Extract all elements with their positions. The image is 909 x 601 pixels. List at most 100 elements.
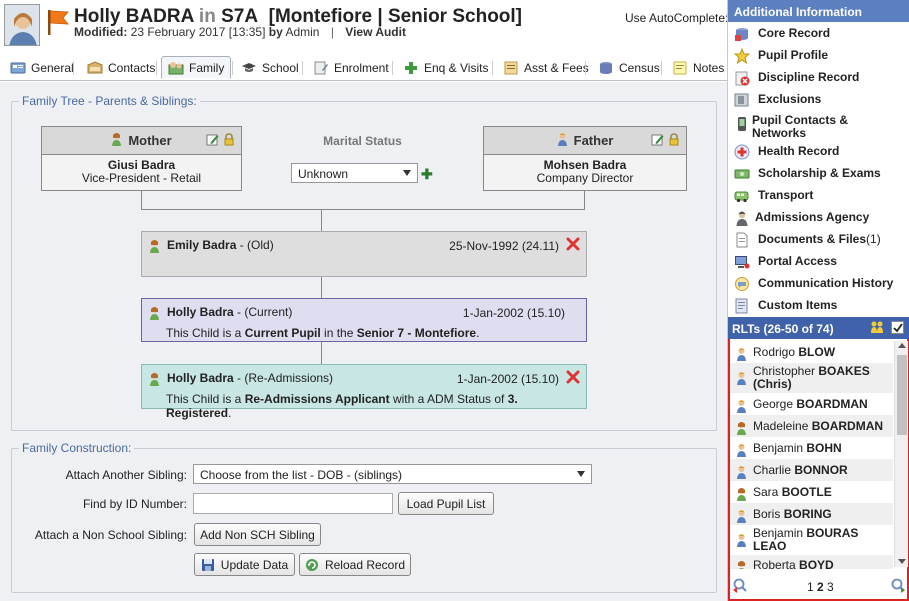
tab-notes[interactable]: Notes (: [666, 56, 727, 79]
list-item[interactable]: Benjamin BOHN: [730, 437, 893, 459]
sibling-card[interactable]: Emily Badra - (Old) 25-Nov-1992 (24.11): [141, 231, 587, 277]
marital-status-select[interactable]: Unknown: [291, 163, 418, 183]
sidebar-item-pupil-contacts[interactable]: Pupil Contacts & Networks: [728, 114, 909, 140]
tab-family[interactable]: Family: [161, 56, 232, 79]
sidebar-item-communication-history[interactable]: Communication History: [728, 276, 909, 292]
sidebar-item-health-record[interactable]: Health Record: [728, 144, 909, 160]
first-name: Benjamin: [753, 526, 804, 540]
delete-icon[interactable]: [566, 237, 580, 254]
student-photo[interactable]: [4, 4, 40, 46]
tab-enq-visits[interactable]: Enq & Visits: [397, 56, 494, 79]
select-all-checkbox[interactable]: [891, 321, 904, 334]
student-record-window: Holly BADRA in S7A [Montefiore | Senior …: [0, 0, 909, 601]
tab-label: General: [31, 60, 74, 75]
rlt-person: Rodrigo BLOW: [753, 345, 835, 359]
sidebar-item-transport[interactable]: Transport: [728, 188, 909, 204]
tab-general[interactable]: General: [4, 56, 80, 79]
list-item[interactable]: Benjamin BOURAS LEAO: [730, 525, 893, 555]
find-id-input[interactable]: [193, 493, 393, 514]
desc-text: This Child is a: [166, 326, 245, 340]
page-link-1[interactable]: 1: [807, 580, 814, 594]
lock-icon[interactable]: [223, 133, 235, 149]
tab-divider: [302, 61, 303, 75]
tab-divider: [661, 61, 662, 75]
sidebar-item-label: Custom Items: [758, 298, 838, 312]
sidebar-item-documents-files[interactable]: Documents & Files (1): [728, 232, 909, 248]
list-item[interactable]: Christopher BOAKES (Chris): [730, 363, 893, 393]
sidebar-item-core-record[interactable]: Core Record: [728, 26, 909, 42]
update-data-button[interactable]: Update Data: [194, 553, 295, 576]
sidebar-item-label: Core Record: [758, 26, 831, 40]
male-person-icon: [736, 509, 748, 526]
next-page-icon[interactable]: [890, 578, 906, 597]
add-non-sch-sibling-button[interactable]: Add Non SCH Sibling: [194, 523, 321, 546]
sidebar-item-discipline-record[interactable]: Discipline Record: [728, 70, 909, 86]
tab-enrolment[interactable]: Enrolment: [307, 56, 395, 79]
first-name: Christopher: [753, 364, 816, 378]
scrollbar-thumb[interactable]: [897, 355, 907, 435]
tab-contacts[interactable]: Contacts: [81, 56, 161, 79]
female-person-icon: [111, 132, 122, 149]
reload-record-button[interactable]: Reload Record: [299, 553, 411, 576]
list-item[interactable]: Boris BORING: [730, 503, 893, 525]
page-link-2-current[interactable]: 2: [817, 580, 824, 594]
mother-details: Giusi Badra Vice-President - Retail: [42, 155, 241, 185]
rlt-person: Sara BOOTLE: [753, 485, 832, 499]
sidebar-item-portal-access[interactable]: Portal Access: [728, 254, 909, 270]
sidebar-item-admissions-agency[interactable]: Admissions Agency: [728, 210, 909, 226]
add-marital-icon[interactable]: ✚: [421, 166, 433, 183]
scroll-down-arrow-icon[interactable]: [898, 559, 906, 564]
current-child-card[interactable]: Holly Badra - (Current) 1-Jan-2002 (15.1…: [141, 298, 587, 342]
desc-bold: Re-Admissions Applicant: [244, 392, 390, 406]
sidebar-item-pupil-profile[interactable]: Pupil Profile: [728, 47, 909, 65]
sibling-name: Holly Badra: [167, 371, 234, 385]
page-link-3[interactable]: 3: [827, 580, 834, 594]
desc-text: .: [476, 326, 480, 340]
rlt-list: Rodrigo BLOW Christopher BOAKES (Chris) G…: [730, 339, 893, 569]
desc-text: with a ADM Status of: [389, 392, 508, 406]
scroll-up-arrow-icon[interactable]: [898, 343, 906, 348]
lock-icon[interactable]: [668, 133, 680, 149]
attach-sibling-value: Choose from the list - DOB - (siblings): [200, 468, 403, 482]
list-item[interactable]: Charlie BONNOR: [730, 459, 893, 481]
modified-value: 23 February 2017 [13:35]: [130, 25, 266, 39]
list-item[interactable]: Rodrigo BLOW: [730, 341, 893, 363]
family-tab-content: Family Tree - Parents & Siblings: Mother…: [0, 82, 727, 601]
edit-icon[interactable]: [206, 133, 219, 149]
mother-job: Vice-President - Retail: [81, 171, 202, 185]
previous-page-icon[interactable]: [732, 578, 748, 597]
tab-divider: [156, 61, 157, 75]
list-item[interactable]: Sara BOOTLE: [730, 481, 893, 503]
tab-label: Family: [189, 60, 225, 75]
flag-icon[interactable]: [46, 8, 70, 39]
sidebar-item-exclusions[interactable]: Exclusions: [728, 92, 909, 108]
group-icon[interactable]: [869, 320, 885, 339]
edit-icon[interactable]: [651, 133, 664, 149]
last-name: BOARDMAN: [796, 397, 868, 411]
list-item[interactable]: George BOARDMAN: [730, 393, 893, 415]
readmission-child-card[interactable]: Holly Badra - (Re-Admissions) 1-Jan-2002…: [141, 364, 587, 420]
sidebar-item-custom-items[interactable]: Custom Items: [728, 298, 909, 314]
desc-text: This Child is a: [166, 392, 245, 406]
tab-asst-fees[interactable]: Asst & Fees: [497, 56, 595, 79]
view-audit-link[interactable]: View Audit: [345, 25, 406, 39]
rlt-scrollbar[interactable]: [894, 341, 908, 567]
last-name: BOOTLE: [781, 485, 832, 499]
sidebar-item-scholarship-exams[interactable]: Scholarship & Exams: [728, 166, 909, 182]
delete-icon[interactable]: [566, 370, 580, 387]
list-item[interactable]: Madeleine BOARDMAN: [730, 415, 893, 437]
list-item[interactable]: Roberta BOYD: [730, 555, 893, 569]
tab-school[interactable]: School: [235, 56, 305, 79]
sidebar-item-label: Discipline Record: [758, 70, 860, 84]
attach-sibling-select[interactable]: Choose from the list - DOB - (siblings): [193, 464, 592, 484]
tab-divider: [232, 61, 233, 75]
marital-status-label: Marital Status: [323, 134, 402, 148]
rlt-person: Madeleine BOARDMAN: [753, 419, 883, 433]
exclusions-icon: [734, 92, 750, 108]
reload-icon: [305, 558, 319, 572]
modified-by: Admin: [285, 25, 320, 39]
rlt-person: Christopher BOAKES (Chris): [753, 365, 870, 391]
tab-census[interactable]: Census: [592, 56, 666, 79]
desc-text: in the: [320, 326, 357, 340]
load-pupil-list-button[interactable]: Load Pupil List: [398, 492, 494, 515]
